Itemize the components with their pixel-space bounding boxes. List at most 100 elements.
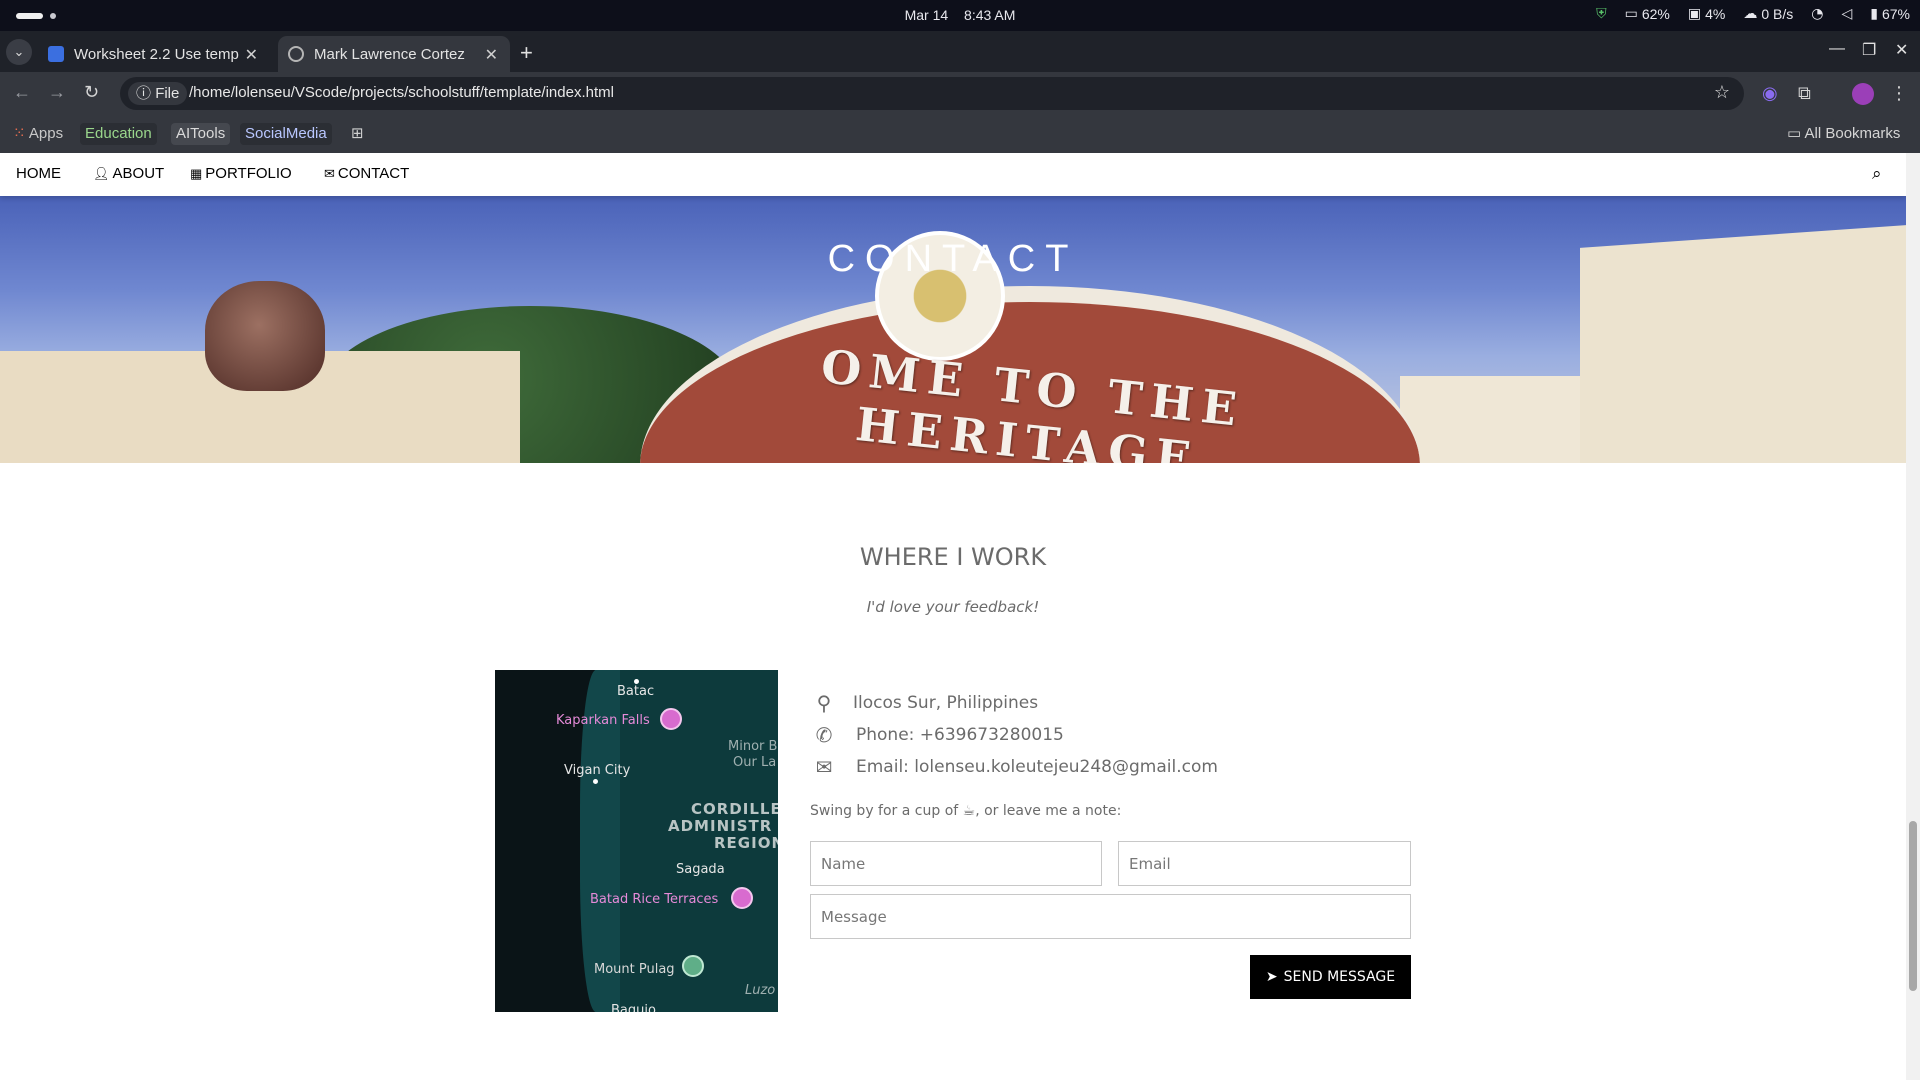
battery-indicator[interactable]: ▮ 67% xyxy=(1870,6,1910,22)
close-icon: ✕ xyxy=(1895,42,1909,59)
map-label-cordillera-1: CORDILLE xyxy=(691,800,778,818)
info-icon: ⓘ xyxy=(136,85,152,102)
tab-title: Worksheet 2.2 Use temp xyxy=(74,45,239,63)
map-label-minor-2: Our La xyxy=(733,755,777,770)
close-tab-icon[interactable]: ✕ xyxy=(245,45,258,65)
shield-icon[interactable]: ⛨ xyxy=(1596,6,1607,22)
map-label-baguio: Baguio xyxy=(611,1003,656,1012)
memory-indicator[interactable]: ▣ 4% xyxy=(1688,6,1725,22)
nav-contact[interactable]: ✉ CONTACT xyxy=(324,165,409,182)
wifi-icon[interactable]: ◔ xyxy=(1811,6,1823,22)
email-field[interactable] xyxy=(1118,841,1411,886)
bookmark-socialmedia[interactable]: SocialMedia xyxy=(240,123,332,145)
map-label-batad: Batad Rice Terraces xyxy=(590,892,719,907)
network-indicator[interactable]: ☁ 0 B/s xyxy=(1743,6,1793,22)
tab-worksheet[interactable]: Worksheet 2.2 Use temp ✕ xyxy=(38,36,270,72)
plus-icon: + xyxy=(520,40,533,65)
memory-value: 4% xyxy=(1705,6,1726,22)
page-scrollbar[interactable] xyxy=(1906,153,1920,1080)
extension-icon[interactable]: ◉ xyxy=(1762,83,1778,104)
new-tab-button[interactable]: + xyxy=(520,40,533,66)
map-label-kaparkan: Kaparkan Falls xyxy=(556,713,650,728)
camera-pin-icon[interactable] xyxy=(660,708,682,730)
location-text: Ilocos Sur, Philippines xyxy=(853,693,1039,713)
reload-button[interactable]: ↻ xyxy=(84,82,99,103)
landmark-pin-icon[interactable] xyxy=(731,887,753,909)
cpu-indicator[interactable]: ▭ 62% xyxy=(1625,6,1670,22)
phone-icon: ✆ xyxy=(815,723,833,747)
map-label-cordillera-2: ADMINISTR xyxy=(668,817,773,835)
bookmark-apps[interactable]: ⁙ Apps xyxy=(8,123,68,145)
location-map[interactable]: Batac Kaparkan Falls Minor B Our La Viga… xyxy=(495,670,778,1012)
nav-portfolio-label: PORTFOLIO xyxy=(205,165,292,182)
user-icon: 👤︎ xyxy=(93,166,110,181)
docs-icon xyxy=(48,46,64,62)
banner-pot xyxy=(205,281,325,391)
close-tab-icon[interactable]: ✕ xyxy=(485,45,498,65)
section-subtitle: I'd love your feedback! xyxy=(866,598,1040,616)
message-field[interactable] xyxy=(810,894,1411,939)
volume-muted-icon[interactable]: ◁ xyxy=(1841,6,1852,22)
back-button[interactable]: ← xyxy=(13,82,31,103)
nav-portfolio[interactable]: ▦ PORTFOLIO xyxy=(190,165,292,182)
site-info-chip[interactable]: ⓘ File xyxy=(128,82,188,105)
restore-icon: ❐ xyxy=(1862,42,1877,59)
site-navbar: HOME 👤︎ ABOUT ▦ PORTFOLIO ✉ CONTACT ⌕ xyxy=(0,153,1906,196)
bookmark-star-icon[interactable]: ☆ xyxy=(1714,82,1730,103)
arrow-left-icon: ← xyxy=(13,82,31,102)
forward-button[interactable]: → xyxy=(48,82,66,103)
grid-icon: ▦ xyxy=(190,166,203,181)
system-tray: ⛨ ▭ 62% ▣ 4% ☁ 0 B/s ◔ ◁ ▮ 67% xyxy=(1596,6,1910,22)
clock-time: 8:43 AM xyxy=(964,7,1016,23)
map-label-sagada: Sagada xyxy=(676,862,725,877)
search-icon[interactable]: ⌕ xyxy=(1872,164,1882,184)
scheme-label: File xyxy=(155,85,180,102)
name-field[interactable] xyxy=(810,841,1102,886)
map-label-minor-1: Minor B xyxy=(728,739,778,754)
scrollbar-thumb[interactable] xyxy=(1909,821,1917,991)
clock-date: Mar 14 xyxy=(904,7,949,23)
nav-about[interactable]: 👤︎ ABOUT xyxy=(93,165,164,182)
puzzle-icon[interactable]: ⧉ xyxy=(1798,83,1811,104)
tab-search-button[interactable]: ⌄ xyxy=(6,39,32,65)
all-bookmarks[interactable]: ▭ All Bookmarks xyxy=(1782,123,1905,145)
banner-wall xyxy=(1400,376,1600,463)
address-bar[interactable]: ⓘ File /home/lolenseu/VScode/projects/sc… xyxy=(120,77,1744,110)
phone-text: Phone: +639673280015 xyxy=(856,725,1064,745)
close-window-button[interactable]: ✕ xyxy=(1895,40,1908,60)
tab-groups-icon[interactable]: ⊞ xyxy=(346,123,369,145)
tab-title: Mark Lawrence Cortez xyxy=(314,45,465,63)
nav-home[interactable]: HOME xyxy=(16,165,61,182)
contact-note: Swing by for a cup of ☕, or leave me a n… xyxy=(810,803,1122,819)
banner-title: CONTACT xyxy=(827,238,1079,280)
chevron-down-icon: ⌄ xyxy=(13,44,25,59)
battery-icon: ▮ xyxy=(1870,6,1878,22)
mountain-pin-icon[interactable] xyxy=(682,955,704,977)
reload-icon: ↻ xyxy=(84,82,100,102)
map-label-batac: Batac xyxy=(617,684,655,699)
minimize-icon: — xyxy=(1829,40,1845,57)
map-label-luzon: Luzo xyxy=(745,983,776,998)
send-message-label: SEND MESSAGE xyxy=(1283,969,1396,985)
web-page: HOME 👤︎ ABOUT ▦ PORTFOLIO ✉ CONTACT ⌕ OME T… xyxy=(0,153,1906,1080)
all-bookmarks-label: All Bookmarks xyxy=(1804,125,1901,142)
folder-icon: ▭ xyxy=(1787,125,1802,142)
map-marker-icon: ⚲ xyxy=(816,691,832,715)
url-text[interactable]: /home/lolenseu/VScode/projects/schoolstu… xyxy=(189,84,614,101)
contact-banner: OME TO THE HERITAGE CONTACT xyxy=(0,196,1906,463)
map-point xyxy=(593,779,598,784)
bookmark-aitools[interactable]: AITools xyxy=(171,123,231,145)
bookmarks-bar: ⁙ Apps Education AITools SocialMedia ⊞ ▭… xyxy=(0,115,1920,153)
minimize-button[interactable]: — xyxy=(1829,40,1845,58)
browser-tab-strip: ⌄ Worksheet 2.2 Use temp ✕ Mark Lawrence… xyxy=(0,31,1920,72)
bookmark-education[interactable]: Education xyxy=(80,123,157,145)
memory-icon: ▣ xyxy=(1687,6,1702,22)
apps-label: Apps xyxy=(28,125,64,142)
tab-portfolio-active[interactable]: Mark Lawrence Cortez ✕ xyxy=(278,36,510,72)
restore-button[interactable]: ❐ xyxy=(1862,40,1876,60)
map-label-cordillera-3: REGION xyxy=(714,834,778,852)
send-message-button[interactable]: ➤ SEND MESSAGE xyxy=(1250,955,1411,999)
kebab-menu-icon[interactable]: ⋮ xyxy=(1890,83,1908,104)
profile-avatar[interactable] xyxy=(1852,83,1874,105)
email-text: Email: lolenseu.koleutejeu248@gmail.com xyxy=(856,757,1218,777)
